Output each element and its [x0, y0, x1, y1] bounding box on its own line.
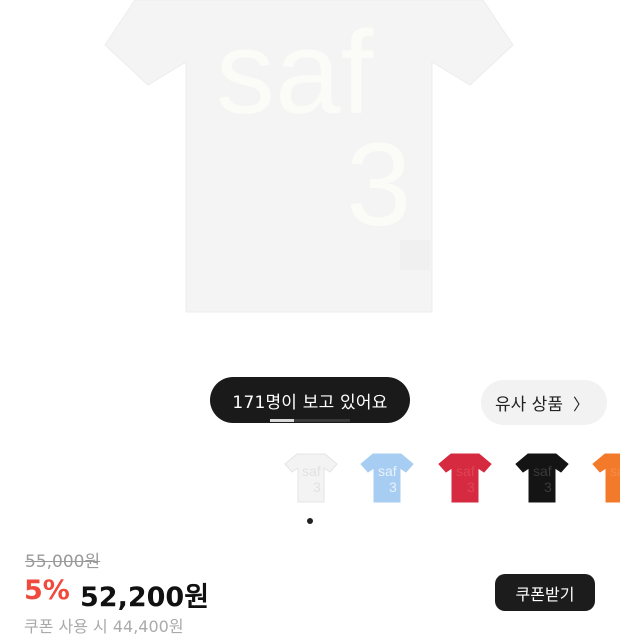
swatch-black[interactable]: saf3	[513, 450, 571, 506]
get-coupon-label: 쿠폰받기	[515, 584, 575, 604]
coupon-price-note: 쿠폰 사용 시 44,400원	[24, 617, 184, 636]
swatch-print-number: 3	[467, 479, 475, 495]
discount-rate: 5%	[24, 575, 70, 606]
swatch-orange[interactable]: saf3	[590, 450, 620, 506]
swatch-print-word: saf	[302, 463, 321, 479]
viewers-count-label: 171명이 보고 있어요	[232, 392, 388, 413]
shirt-print-number: 3	[346, 119, 412, 251]
viewers-count-badge: 171명이 보고 있어요	[210, 377, 410, 423]
swatch-print-word: saf	[456, 463, 475, 479]
swatch-print-number: 3	[389, 479, 397, 495]
product-image[interactable]: saf 3	[0, 0, 620, 340]
original-price: 55,000원	[25, 552, 101, 572]
get-coupon-button[interactable]: 쿠폰받기	[495, 574, 595, 611]
swatch-print-number: 3	[313, 479, 321, 495]
swatch-print-number: 3	[544, 479, 552, 495]
similar-products-label: 유사 상품	[495, 395, 563, 415]
swatch-white[interactable]: saf3	[282, 450, 340, 506]
color-swatches: saf3 saf3 saf3 saf3 saf3	[0, 450, 620, 510]
similar-products-button[interactable]: 유사 상품 〉	[481, 380, 607, 425]
swatch-red[interactable]: saf3	[436, 450, 494, 506]
swatch-print-word: saf	[378, 463, 397, 479]
swatch-sky-blue[interactable]: saf3	[358, 450, 416, 506]
tshirt-image: saf 3	[104, 0, 514, 313]
chevron-right-icon: 〉	[572, 394, 589, 414]
image-progress-fill	[270, 419, 294, 422]
swatch-print-word: saf	[610, 463, 620, 479]
sale-price: 52,200원	[80, 582, 210, 613]
pager-dot	[307, 518, 313, 524]
swatch-print-word: saf	[533, 463, 552, 479]
